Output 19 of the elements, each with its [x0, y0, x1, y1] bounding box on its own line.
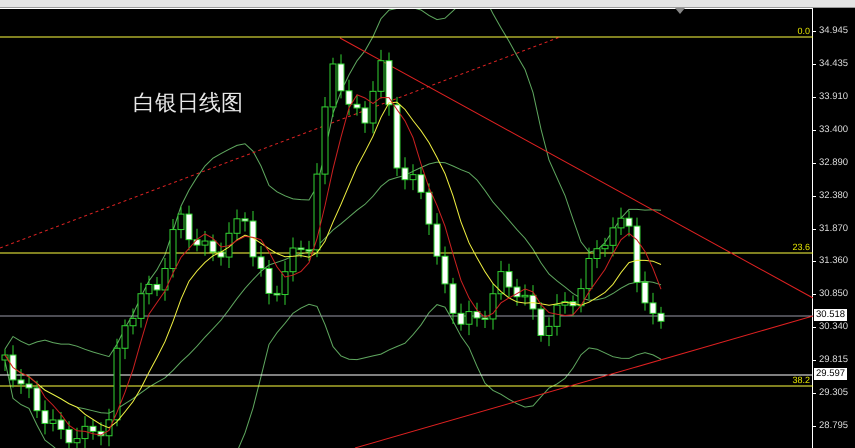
chart-title: 白银日线图: [133, 93, 243, 115]
fibonacci-level-label: 38.2: [792, 376, 810, 385]
axis-tick-label: 32.890: [819, 158, 848, 168]
current-price-tag: 30.518: [814, 309, 848, 320]
axis-tick-label: 29.815: [819, 355, 848, 365]
axis-tick-label: 31.870: [819, 224, 848, 233]
axis-tick-label: 30.850: [819, 289, 848, 299]
fibonacci-level-label: 0.0: [797, 27, 810, 36]
axis-tick-label: 34.945: [819, 26, 848, 36]
axis-tick-label: 32.380: [819, 190, 848, 200]
axis-tick-label: 33.400: [819, 124, 848, 134]
axis-tick-label: 33.910: [819, 92, 848, 102]
price-level-tag: 29.597: [814, 368, 848, 380]
axis-tick-label: 34.435: [819, 58, 848, 68]
axis-tick-label: 28.795: [819, 421, 848, 430]
axis-tick-label: 30.340: [819, 322, 848, 332]
fibonacci-level-label: 23.6: [792, 243, 810, 252]
axis-tick-label: 31.360: [819, 256, 848, 266]
axis-tick-label: 29.305: [819, 388, 848, 398]
